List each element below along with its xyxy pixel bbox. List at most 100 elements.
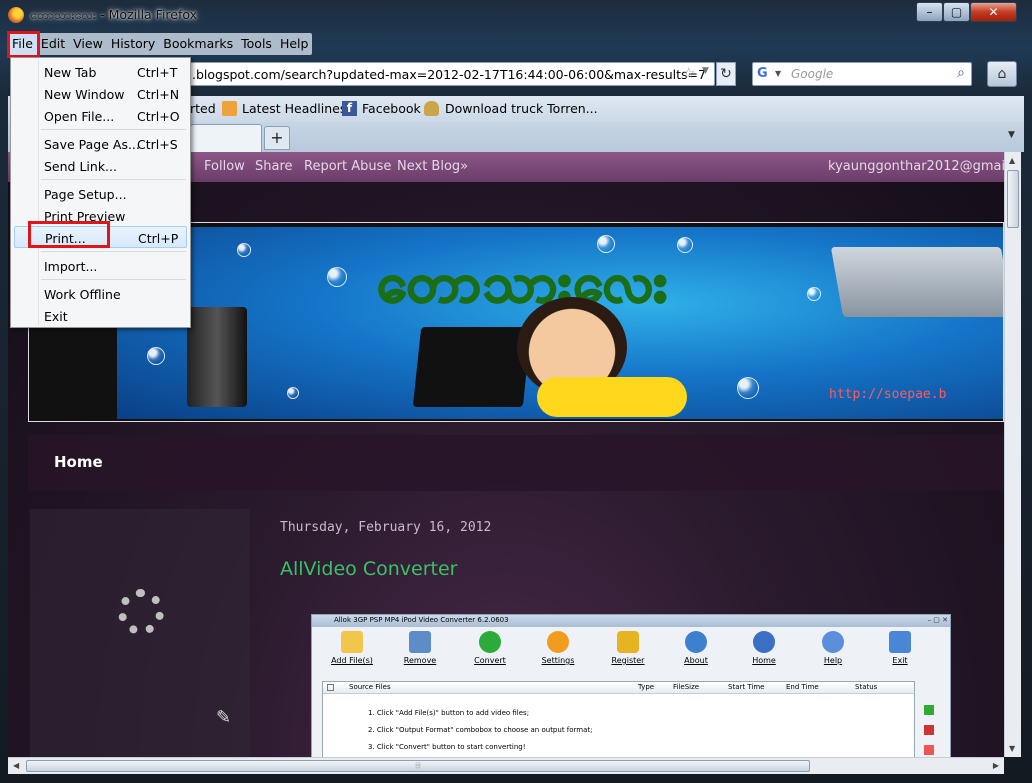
menu-item-label: Send Link... [44,159,117,174]
search-icon[interactable]: ⌕ [957,65,965,81]
close-button[interactable]: ✕ [970,2,1017,22]
user-email[interactable]: kyaunggonthar2012@gmail.co [828,159,1004,174]
scroll-right-icon[interactable]: ▶ [993,761,999,770]
menu-item-label: New Window [44,87,125,102]
home-button[interactable]: ⌂ [987,61,1017,87]
app-title: Allok 3GP PSP MP4 iPod Video Converter 6… [312,615,950,627]
menu-item-exit[interactable]: Exit [14,305,187,327]
banner-image[interactable]: တောသားလေး http://soepae.b [117,227,1003,419]
menu-item-label: Open File... [44,109,115,124]
app-table-header: Source Files Type FileSize Start Time En… [323,682,914,694]
report-abuse-link[interactable]: Report Abuse [304,159,391,174]
address-bar[interactable]: .blogspot.com/search?updated-max=2012-02… [185,62,715,86]
menu-item-save-page-as[interactable]: Save Page As... Ctrl+S [14,133,187,155]
menu-separator [41,179,186,180]
google-engine-icon[interactable]: G [757,66,774,82]
menu-item-new-window[interactable]: New Window Ctrl+N [14,83,187,105]
share-link[interactable]: Share [255,159,293,174]
menu-item-shortcut: Ctrl+S [137,137,178,152]
app-file-table: Source Files Type FileSize Start Time En… [322,681,915,757]
bookmark-facebook[interactable]: Facebook [362,101,421,116]
app-button-label: Settings [541,656,575,665]
minimize-button[interactable]: – [916,2,943,22]
menu-item-label: Import... [44,259,98,274]
menu-item-new-tab[interactable]: New Tab Ctrl+T [14,61,187,83]
scroll-up-icon[interactable]: ▲ [1009,156,1015,165]
app-convert-button: Convert [460,631,520,665]
menu-history[interactable]: History [107,33,159,55]
laptop-right-illustration [830,247,1003,317]
help-icon [822,631,844,653]
search-input[interactable]: Google [791,67,833,81]
bubble-decoration [237,243,251,257]
trash-icon [409,631,431,653]
menu-item-import[interactable]: Import... [14,255,187,277]
menu-tools[interactable]: Tools [237,33,276,55]
globe-icon [753,631,775,653]
vertical-scrollbar[interactable]: ▲ ▼ [1004,152,1021,757]
reload-button[interactable]: ↻ [716,62,736,86]
instruction-line: 2. Click "Output Format" combobox to cho… [368,726,593,734]
menu-separator [41,279,186,280]
menu-view[interactable]: View [69,33,107,55]
col-end-time: End Time [786,683,819,691]
menu-item-open-file[interactable]: Open File... Ctrl+O [14,105,187,127]
menu-item-shortcut: Ctrl+T [137,65,178,80]
next-blog-link[interactable]: Next Blog» [397,159,468,174]
scroll-down-icon[interactable]: ▼ [1009,744,1015,753]
scroll-left-icon[interactable]: ◀ [13,761,19,770]
post-title[interactable]: AllVideo Converter [280,558,457,580]
follow-link[interactable]: Follow [204,159,245,174]
delete-icon [924,725,934,735]
tab-current[interactable] [190,124,262,152]
bookmark-download-truck[interactable]: Download truck Torren... [445,101,598,116]
menu-item-page-setup[interactable]: Page Setup... [14,183,187,205]
menu-edit[interactable]: Edit [37,33,69,55]
app-button-label: Convert [474,656,506,665]
firefox-logo-icon [8,7,24,23]
bubble-decoration [287,387,299,399]
file-menu-dropdown: New Tab Ctrl+T New Window Ctrl+N Open File… [10,57,191,328]
exit-arrow-icon [889,631,911,653]
folder-icon [341,631,363,653]
bookmark-latest-headlines[interactable]: Latest Headlines [242,101,346,116]
search-engine-dropdown-icon[interactable]: ▼ [775,69,781,78]
bookmark-getting-started[interactable]: rted [190,101,216,116]
window-title: တောသားလေး - Mozilla Firefox [30,7,198,22]
post-screenshot-image[interactable]: Allok 3GP PSP MP4 iPod Video Converter 6… [311,614,951,757]
loading-spinner-icon [118,589,164,635]
menu-item-work-offline[interactable]: Work Offline [14,283,187,305]
menu-item-label: Page Setup... [44,187,127,202]
app-help-button: Help [803,631,863,665]
app-button-label: About [684,656,708,665]
app-button-label: Remove [403,656,437,665]
new-tab-button[interactable]: + [264,126,290,150]
menu-item-shortcut: Ctrl+O [137,109,180,124]
bookmark-star-icon[interactable]: ☆ [682,64,695,82]
horizontal-scrollbar[interactable]: ◀ ⦙⦙⦙ ▶ [8,757,1004,774]
menu-item-shortcut: Ctrl+N [137,87,180,102]
app-remove-button: Remove [390,631,450,665]
app-about-button: About [666,631,726,665]
horizontal-scroll-thumb[interactable]: ⦙⦙⦙ [26,760,810,772]
app-button-label: Register [611,656,645,665]
file-menu-highlight-box [7,31,40,58]
vertical-scroll-thumb[interactable] [1007,170,1019,228]
app-button-label: Add File(s) [331,656,373,665]
menu-item-send-link[interactable]: Send Link... [14,155,187,177]
menu-help[interactable]: Help [276,33,313,55]
menu-item-label: Save Page As... [44,137,140,152]
list-all-tabs-icon[interactable]: ▼ [1008,130,1015,140]
home-tab-link[interactable]: Home [54,453,103,471]
url-history-dropdown-icon[interactable]: ▼ [702,66,709,76]
info-icon [685,631,707,653]
bubble-decoration [677,237,693,253]
edit-gadget-icon[interactable]: ✎ [216,707,231,728]
sidebar-gadget: ✎ [30,509,250,757]
maximize-button[interactable]: ▢ [943,2,970,22]
menu-bookmarks[interactable]: Bookmarks [159,33,237,55]
bubble-decoration [737,377,759,399]
search-box[interactable]: G ▼ Google ⌕ [752,62,972,86]
bubble-decoration [327,267,347,287]
play-icon [479,631,501,653]
